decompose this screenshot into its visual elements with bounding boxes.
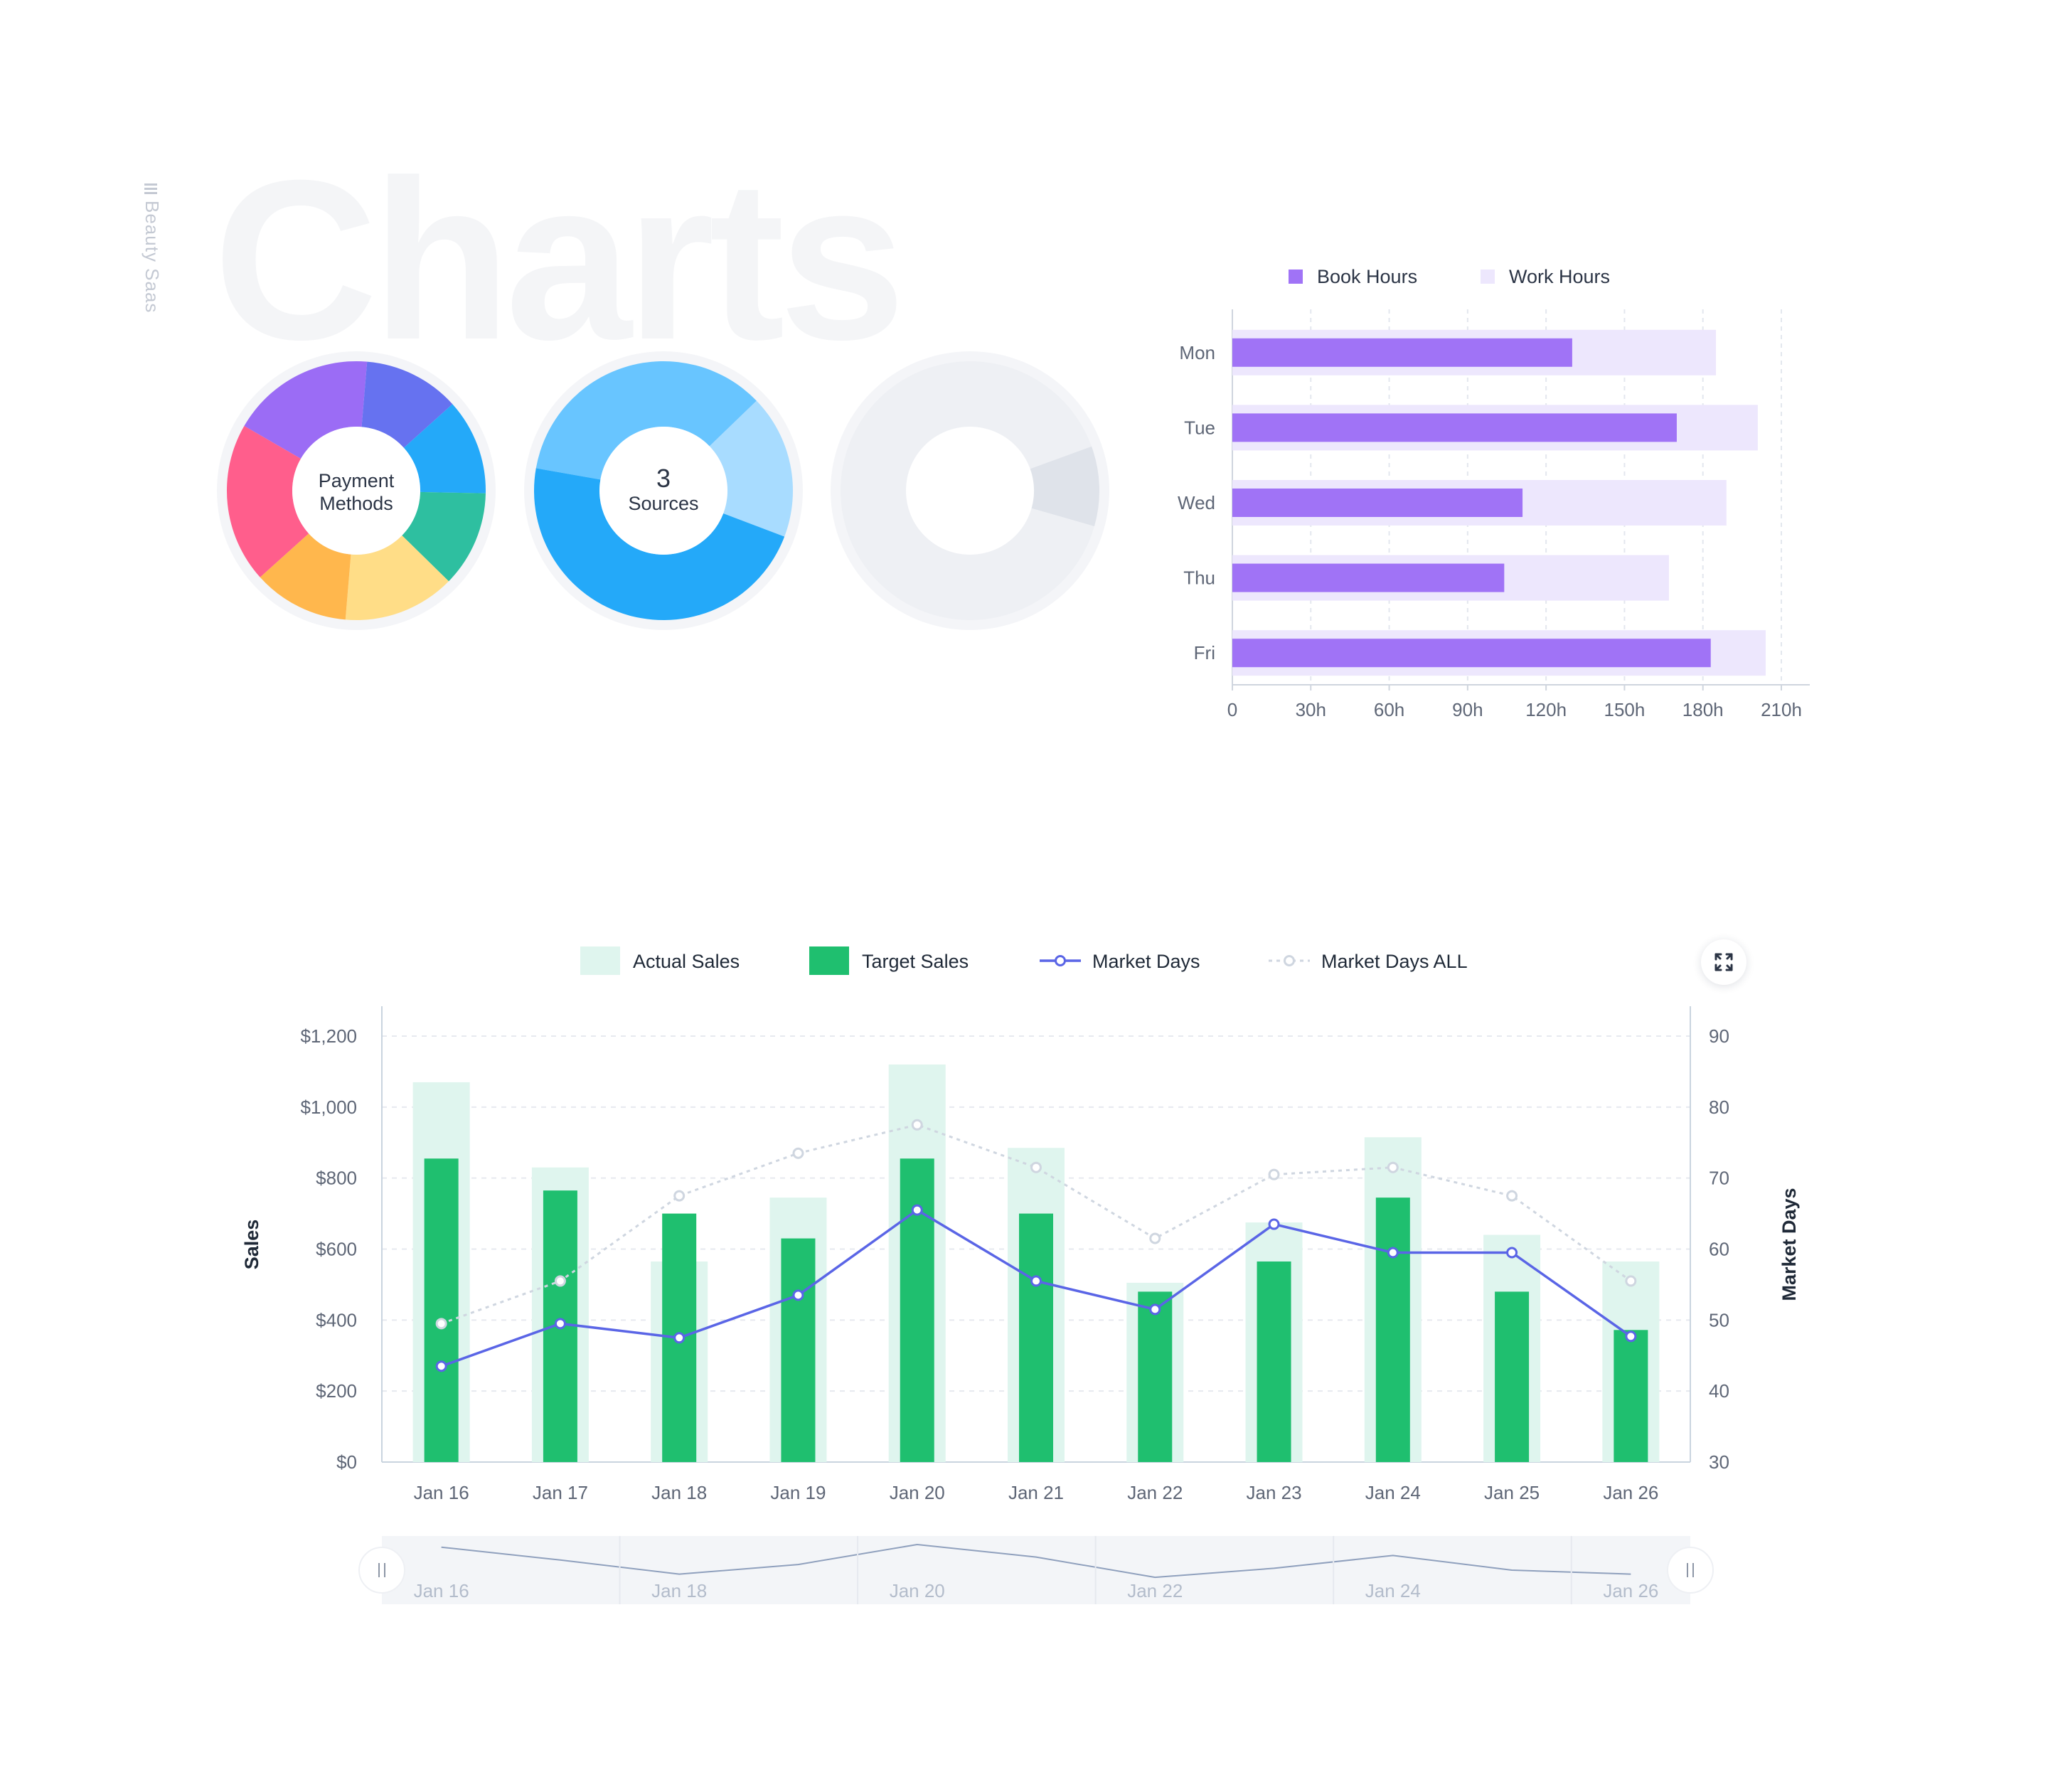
- range-slider-label: Jan 24: [1365, 1580, 1421, 1601]
- market-days-point: [554, 1318, 566, 1330]
- y-tick-label: $400: [316, 1309, 357, 1330]
- range-slider-label: Jan 18: [651, 1580, 707, 1601]
- market-days-all-point: [554, 1275, 566, 1287]
- bar-target-sales: [1614, 1330, 1648, 1462]
- range-slider[interactable]: Jan 16 Jan 18 Jan 20 Jan 22 Jan 24 Jan 26: [358, 1536, 1714, 1604]
- y-tick-label: $1,000: [300, 1097, 357, 1118]
- legend-label: Target Sales: [862, 951, 969, 972]
- y2-tick-label: 70: [1709, 1168, 1729, 1189]
- market-days-point: [1625, 1330, 1637, 1343]
- market-days-all-point: [435, 1318, 447, 1330]
- expand-button[interactable]: [1701, 939, 1746, 985]
- x-tick-label: Jan 18: [651, 1482, 707, 1503]
- y2-axis-title: Market Days: [1778, 1188, 1800, 1301]
- market-days-all-point: [1506, 1190, 1518, 1202]
- market-days-all-point: [1149, 1232, 1161, 1244]
- market-days-point: [1387, 1247, 1399, 1259]
- market-days-point: [911, 1204, 923, 1216]
- range-slider-label: Jan 16: [414, 1580, 469, 1601]
- x-tick-label: Jan 23: [1247, 1482, 1302, 1503]
- y2-tick-label: 30: [1709, 1451, 1729, 1473]
- bar-target-sales: [1375, 1198, 1410, 1462]
- legend-marker-market-days: [1055, 955, 1066, 966]
- x-tick-label: Jan 19: [770, 1482, 826, 1503]
- market-days-all-point: [792, 1147, 804, 1159]
- market-days-point: [1506, 1247, 1518, 1259]
- y-axis-title: Sales: [241, 1220, 262, 1270]
- expand-icon: [1714, 953, 1733, 971]
- x-tick-label: Jan 21: [1008, 1482, 1064, 1503]
- bar-target-sales: [1495, 1291, 1530, 1462]
- y2-tick-label: 50: [1709, 1309, 1729, 1330]
- y2-tick-label: 80: [1709, 1097, 1729, 1118]
- x-tick-label: Jan 16: [414, 1482, 469, 1503]
- y-tick-label: $200: [316, 1380, 357, 1402]
- y-tick-label: $1,200: [300, 1025, 357, 1047]
- bar-target-sales: [781, 1238, 816, 1462]
- y-tick-label: $0: [336, 1451, 357, 1473]
- market-days-all-point: [1625, 1275, 1637, 1287]
- market-days-all-point: [1387, 1161, 1399, 1173]
- range-slider-handle-right[interactable]: [1667, 1547, 1714, 1594]
- legend-swatch-target-sales: [809, 946, 849, 975]
- market-days-point: [673, 1332, 686, 1344]
- x-tick-label: Jan 26: [1603, 1482, 1658, 1503]
- legend-label: Market Days: [1092, 951, 1200, 972]
- x-tick-label: Jan 24: [1365, 1482, 1421, 1503]
- handle-knob: [358, 1547, 405, 1594]
- y2-tick-label: 90: [1709, 1025, 1729, 1047]
- market-days-point: [1268, 1218, 1280, 1230]
- y2-tick-label: 60: [1709, 1239, 1729, 1260]
- legend-label: Market Days ALL: [1321, 951, 1468, 972]
- bar-target-sales: [1257, 1261, 1291, 1462]
- market-days-point: [792, 1289, 804, 1301]
- range-slider-track: [382, 1536, 1690, 1604]
- y-tick-label: $600: [316, 1239, 357, 1260]
- x-tick-label: Jan 17: [533, 1482, 588, 1503]
- bar-target-sales: [900, 1158, 934, 1462]
- market-days-all-point: [911, 1119, 923, 1131]
- range-slider-handle-left[interactable]: [358, 1547, 405, 1594]
- x-tick-label: Jan 25: [1484, 1482, 1540, 1503]
- bar-target-sales: [1138, 1291, 1173, 1462]
- x-tick-label: Jan 22: [1127, 1482, 1183, 1503]
- range-slider-label: Jan 26: [1603, 1580, 1658, 1601]
- range-slider-label: Jan 22: [1127, 1580, 1183, 1601]
- legend-label: Actual Sales: [633, 951, 740, 972]
- legend-marker-market-days-all: [1284, 955, 1295, 966]
- bar-target-sales: [1019, 1213, 1053, 1462]
- y-tick-label: $800: [316, 1168, 357, 1189]
- handle-knob: [1667, 1547, 1714, 1594]
- x-tick-label: Jan 20: [890, 1482, 945, 1503]
- market-days-point: [1149, 1303, 1161, 1316]
- bar-target-sales: [424, 1158, 459, 1462]
- market-days-all-point: [1030, 1161, 1042, 1173]
- bar-chart-sales: $0 30 $200 40 $400 50 $600 60 $800 70 $1,000 80 $1,2…: [241, 946, 1800, 1604]
- range-slider-label: Jan 20: [890, 1580, 945, 1601]
- legend-swatch-actual-sales: [580, 946, 620, 975]
- y2-tick-label: 40: [1709, 1380, 1729, 1402]
- market-days-point: [435, 1360, 447, 1372]
- market-days-point: [1030, 1275, 1042, 1287]
- market-days-all-point: [1268, 1168, 1280, 1180]
- market-days-all-point: [673, 1190, 686, 1202]
